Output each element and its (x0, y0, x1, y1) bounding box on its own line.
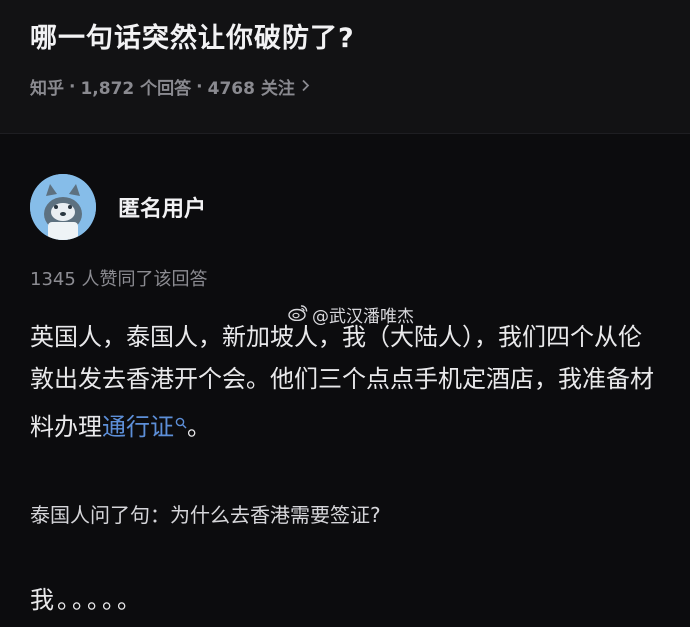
follower-count: 4768 关注 (207, 79, 295, 99)
chevron-right-icon[interactable] (301, 77, 310, 97)
avatar[interactable] (30, 174, 96, 240)
meta-separator: · (196, 76, 203, 97)
vote-count: 1345 人赞同了该回答 (30, 269, 208, 290)
question-header: 哪一句话突然让你破防了? 知乎 · 1,872 个回答 · 4768 关注 (0, 0, 690, 134)
answer-paragraph-2: 泰国人问了句：为什么去香港需要签证? (30, 503, 381, 527)
meta-separator: · (69, 76, 76, 97)
answer-paragraph: 英国人，泰国人，新加坡人，我（大陆人），我们四个从伦敦出发去香港开个会。他们三个… (30, 316, 665, 448)
question-meta[interactable]: 知乎 · 1,872 个回答 · 4768 关注 (30, 74, 310, 99)
answer-text-end: 。 (187, 413, 211, 441)
source-label: 知乎 (30, 79, 64, 99)
answer-paragraph-3: 我。。。。。 (30, 586, 144, 614)
answer-count: 1,872 个回答 (80, 79, 192, 99)
author-name[interactable]: 匿名用户 (118, 191, 206, 223)
anonymous-avatar-icon (30, 174, 96, 240)
search-link[interactable]: 通行证 (102, 413, 187, 441)
answer-card: 匿名用户 1345 人赞同了该回答 @武汉潘唯杰 英国人，泰国人，新加坡人，我（… (0, 134, 690, 627)
search-link-text: 通行证 (102, 413, 174, 441)
question-title[interactable]: 哪一句话突然让你破防了? (30, 16, 355, 55)
search-icon (175, 400, 187, 442)
